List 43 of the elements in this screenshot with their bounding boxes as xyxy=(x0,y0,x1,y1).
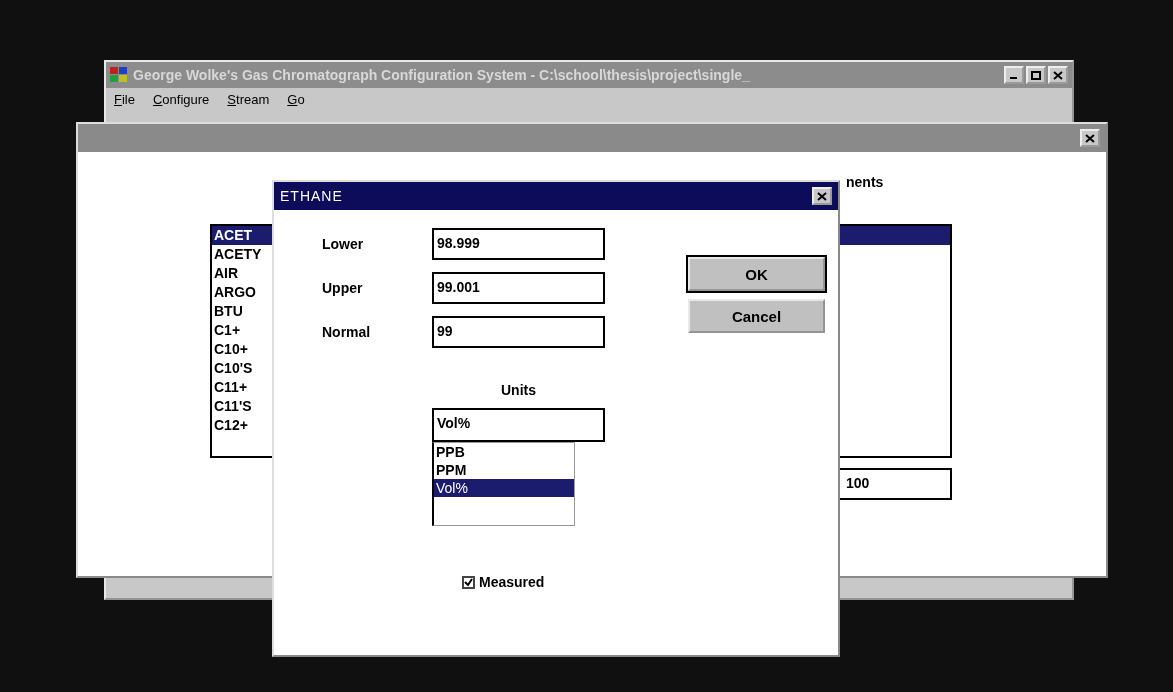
list-item[interactable]: C1+ xyxy=(212,321,272,340)
menu-item[interactable]: Go xyxy=(287,92,305,107)
list-item[interactable]: ACETY xyxy=(212,245,272,264)
list-item[interactable]: ACET xyxy=(212,226,272,245)
menu-item[interactable]: File xyxy=(114,92,135,107)
dialog-button[interactable]: OK xyxy=(688,257,825,291)
dialog-title: ETHANE xyxy=(280,188,343,204)
close-button[interactable] xyxy=(1048,66,1068,84)
maximize-icon xyxy=(1031,70,1041,80)
window-title: George Wolke's Gas Chromatograph Configuration System - C:\school\thesis\project\single_ xyxy=(133,67,751,83)
input-field[interactable]: 99 xyxy=(432,316,605,348)
list-item[interactable]: ARGO xyxy=(212,283,272,302)
list-item[interactable]: BTU xyxy=(212,302,272,321)
checkbox-label: Measured xyxy=(479,574,545,590)
list-item[interactable]: C11+ xyxy=(212,378,272,397)
dropdown-option[interactable]: Vol% xyxy=(434,479,574,497)
field-label: Normal xyxy=(322,324,372,340)
menu-item[interactable]: Stream xyxy=(227,92,270,107)
close-button[interactable] xyxy=(812,187,832,205)
app-icon xyxy=(110,67,128,83)
checkbox[interactable] xyxy=(462,575,475,589)
input-field[interactable]: 98.999 xyxy=(432,228,605,260)
input-field[interactable]: 99.001 xyxy=(432,272,605,304)
menu-item[interactable]: Configure xyxy=(152,92,210,107)
close-icon xyxy=(817,191,827,201)
close-icon xyxy=(1085,133,1095,143)
field-label: Upper xyxy=(322,280,364,296)
list-item[interactable]: C12+ xyxy=(212,416,272,435)
list-item[interactable]: C10+ xyxy=(212,340,272,359)
minimize-button[interactable] xyxy=(1004,66,1024,84)
dropdown-option[interactable]: PPM xyxy=(434,461,574,479)
field-label: Lower xyxy=(322,236,365,252)
close-button[interactable] xyxy=(1080,129,1100,147)
list-item[interactable]: AIR xyxy=(212,264,272,283)
units-combo[interactable]: Vol% xyxy=(432,408,605,442)
units-label: Units xyxy=(500,382,537,398)
list-item[interactable]: C11'S xyxy=(212,397,272,416)
dropdown-option[interactable]: PPB xyxy=(434,443,574,461)
close-icon xyxy=(1053,70,1063,80)
list-heading: nents xyxy=(845,173,885,190)
list-item[interactable]: C10'S xyxy=(212,359,272,378)
dialog-button[interactable]: Cancel xyxy=(688,299,825,333)
maximize-button[interactable] xyxy=(1026,66,1046,84)
